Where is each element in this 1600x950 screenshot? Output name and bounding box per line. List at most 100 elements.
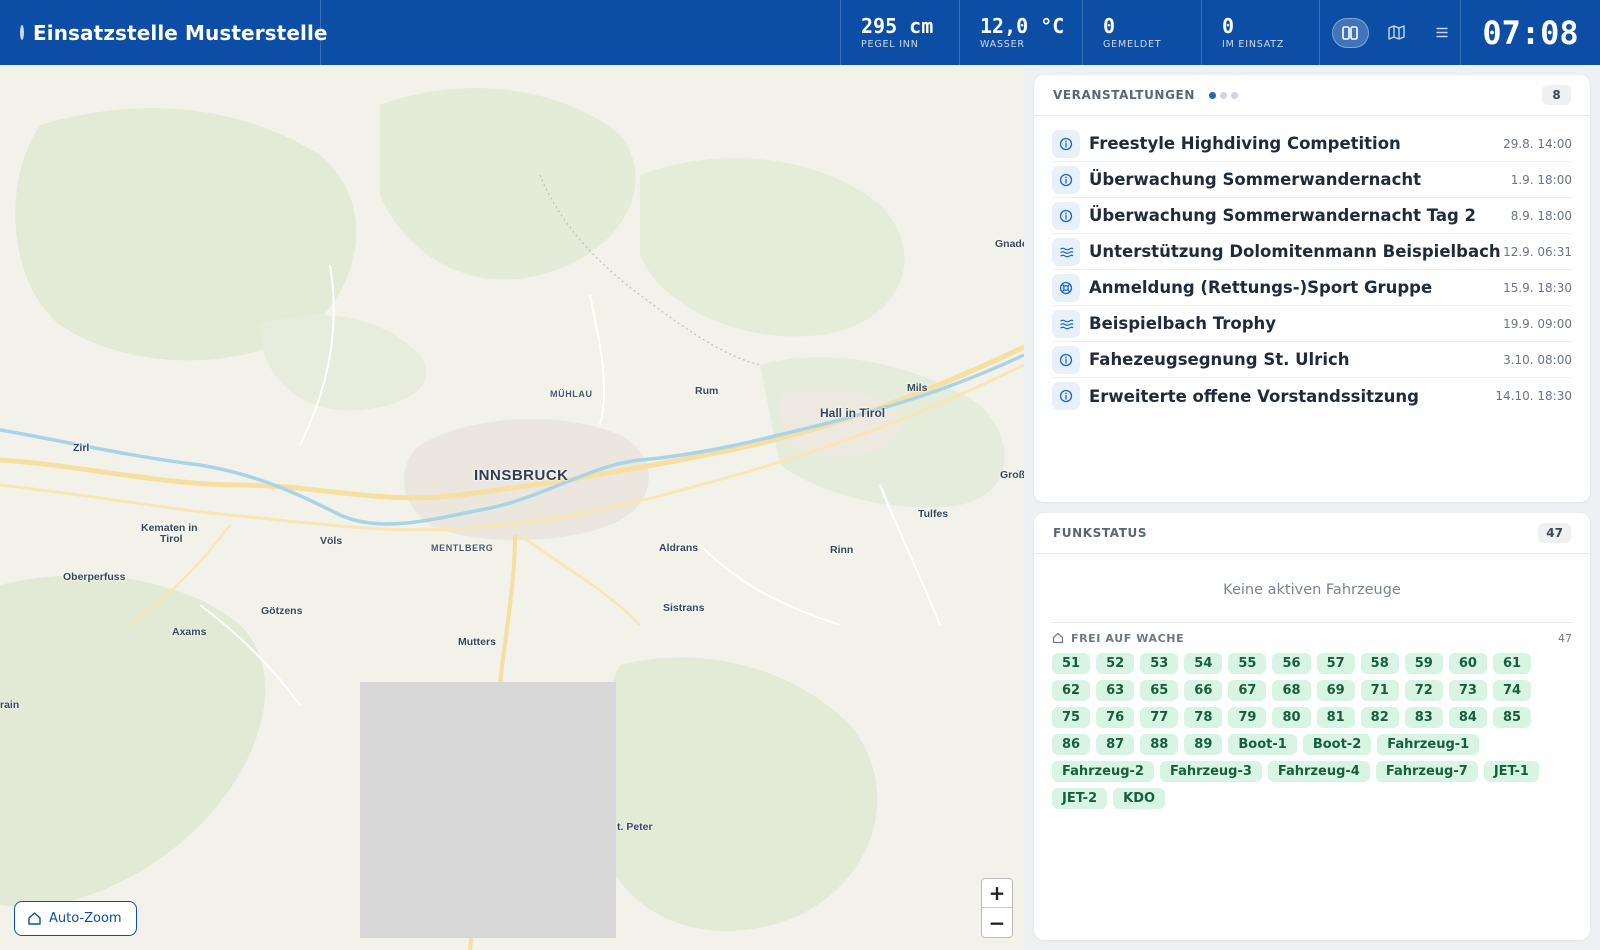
vehicle-chip[interactable]: 83 [1404, 707, 1443, 728]
station-group-title: FREI AUF WACHE [1071, 631, 1185, 645]
list-view-icon [1435, 27, 1448, 38]
event-row[interactable]: Unterstützung Dolomitenmann Beispielbach… [1052, 234, 1572, 270]
map-label-st-peter: t. Peter [617, 821, 653, 833]
vehicle-chip[interactable]: Fahrzeug-4 [1267, 761, 1370, 782]
event-row[interactable]: Beispielbach Trophy 19.9. 09:00 [1052, 306, 1572, 342]
vehicle-chip[interactable]: 68 [1272, 680, 1311, 701]
vehicle-chip[interactable]: Fahrzeug-7 [1375, 761, 1478, 782]
event-date: 3.10. 08:00 [1503, 352, 1572, 367]
map-label-rain: rain [0, 699, 20, 711]
event-row[interactable]: Erweiterte offene Vorstandssitzung 14.10.… [1052, 378, 1572, 414]
stat-water-level: 295 cm PEGEL INN [840, 0, 959, 65]
split-view-button[interactable] [1332, 17, 1369, 48]
map-label-mils: Mils [907, 382, 928, 394]
vehicle-chip[interactable]: 57 [1316, 653, 1355, 674]
vehicle-chip[interactable]: 78 [1184, 707, 1223, 728]
map-label-innsbruck: INNSBRUCK [474, 467, 569, 484]
vehicle-chip[interactable]: Boot-2 [1302, 734, 1372, 755]
list-view-button[interactable] [1423, 18, 1460, 48]
split-view-icon [1342, 25, 1359, 40]
vehicle-chip[interactable]: JET-1 [1483, 761, 1539, 782]
vehicle-chip[interactable]: 51 [1052, 653, 1091, 674]
page-dot[interactable] [1230, 91, 1238, 99]
zoom-out-button[interactable]: − [982, 908, 1012, 937]
vehicle-chip[interactable]: 66 [1184, 680, 1223, 701]
vehicle-chip[interactable]: 60 [1448, 653, 1487, 674]
page-dot[interactable] [1219, 91, 1227, 99]
vehicle-chip[interactable]: 75 [1052, 707, 1091, 728]
event-row[interactable]: Freestyle Highdiving Competition 29.8. 14… [1052, 126, 1572, 162]
vehicle-chip[interactable]: 56 [1272, 653, 1311, 674]
vehicle-chip[interactable]: 87 [1096, 734, 1135, 755]
vehicle-chip[interactable]: 59 [1404, 653, 1443, 674]
vehicle-chip[interactable]: Fahrzeug-3 [1159, 761, 1262, 782]
event-date: 8.9. 18:00 [1510, 208, 1572, 223]
vehicle-chip[interactable]: 88 [1140, 734, 1179, 755]
vehicle-chip[interactable]: Fahrzeug-1 [1377, 734, 1480, 755]
event-name: Fahezeugsegnung St. Ulrich [1089, 350, 1350, 369]
vehicle-chip[interactable]: 73 [1448, 680, 1487, 701]
vehicle-chip[interactable]: Boot-1 [1228, 734, 1297, 755]
vehicle-chip[interactable]: 86 [1052, 734, 1091, 755]
vehicle-chip[interactable]: 58 [1360, 653, 1399, 674]
page-indicator [1208, 91, 1238, 99]
map[interactable]: INNSBRUCK MÜHLAU MENTLBERG Rum Mils Hall… [0, 65, 1024, 950]
event-name: Überwachung Sommerwandernacht [1089, 170, 1421, 189]
auto-zoom-button[interactable]: Auto-Zoom [14, 901, 137, 936]
vehicle-chip[interactable]: 62 [1052, 680, 1091, 701]
lifebuoy-icon [1052, 273, 1080, 302]
events-list: Freestyle Highdiving Competition 29.8. 14… [1034, 116, 1590, 414]
vehicle-chip[interactable]: 63 [1096, 680, 1135, 701]
vehicle-chip[interactable]: JET-2 [1052, 788, 1108, 809]
stat-reported: 0 GEMELDET [1082, 0, 1201, 65]
stat-label: GEMELDET [1103, 39, 1162, 50]
vehicle-chip[interactable]: 54 [1184, 653, 1223, 674]
vehicle-chip[interactable]: 89 [1184, 734, 1223, 755]
event-row[interactable]: Überwachung Sommerwandernacht 1.9. 18:00 [1052, 162, 1572, 198]
map-label-mutters: Mutters [458, 636, 496, 648]
vehicle-chip[interactable]: 61 [1492, 653, 1532, 674]
vehicle-chip[interactable]: 77 [1140, 707, 1179, 728]
map-view-button[interactable] [1378, 18, 1415, 48]
vehicle-chip[interactable]: 69 [1316, 680, 1355, 701]
map-label-rum: Rum [695, 385, 719, 397]
stat-in-operation: 0 IM EINSATZ [1201, 0, 1319, 65]
event-row[interactable]: Fahezeugsegnung St. Ulrich 3.10. 08:00 [1052, 342, 1572, 378]
vehicle-chip[interactable]: 52 [1096, 653, 1135, 674]
info-icon [1052, 165, 1080, 194]
vehicle-chip[interactable]: 65 [1140, 680, 1179, 701]
vehicle-chip[interactable]: 81 [1316, 707, 1355, 728]
map-label-voels: Völs [320, 535, 343, 547]
vehicle-chip[interactable]: KDO [1113, 788, 1166, 809]
info-icon [1052, 382, 1080, 410]
vehicle-chip[interactable]: 79 [1228, 707, 1267, 728]
vehicle-chip[interactable]: 67 [1228, 680, 1267, 701]
vehicle-chip[interactable]: 84 [1448, 707, 1487, 728]
stat-water-temp: 12,0 °C WASSER [959, 0, 1082, 65]
event-row[interactable]: Überwachung Sommerwandernacht Tag 2 8.9. … [1052, 198, 1572, 234]
zoom-in-button[interactable]: + [982, 879, 1012, 908]
map-label-muehlau: MÜHLAU [550, 389, 593, 399]
vehicle-chip[interactable]: 82 [1360, 707, 1399, 728]
vehicle-chip[interactable]: 80 [1272, 707, 1311, 728]
stat-value: 0 [1103, 14, 1116, 38]
info-icon [1052, 345, 1080, 374]
event-row[interactable]: Anmeldung (Rettungs-)Sport Gruppe 15.9. 1… [1052, 270, 1572, 306]
vehicle-chip[interactable]: 53 [1140, 653, 1179, 674]
status-dot-icon [20, 25, 24, 40]
vehicle-chip[interactable]: 55 [1228, 653, 1267, 674]
map-tile-loading [360, 682, 616, 938]
vehicle-chip[interactable]: 74 [1492, 680, 1532, 701]
vehicle-chip[interactable]: 72 [1404, 680, 1443, 701]
page-dot[interactable] [1208, 91, 1216, 99]
vehicle-chip[interactable]: Fahrzeug-2 [1052, 761, 1154, 782]
vehicle-chip[interactable]: 76 [1096, 707, 1135, 728]
stat-label: WASSER [980, 39, 1025, 50]
events-count-badge: 8 [1542, 85, 1571, 105]
event-name: Freestyle Highdiving Competition [1089, 134, 1401, 153]
event-date: 1.9. 18:00 [1510, 172, 1572, 187]
vehicle-chip[interactable]: 71 [1360, 680, 1399, 701]
event-name: Anmeldung (Rettungs-)Sport Gruppe [1089, 278, 1433, 297]
map-label-rinn: Rinn [830, 544, 854, 556]
vehicle-chip[interactable]: 85 [1492, 707, 1532, 728]
